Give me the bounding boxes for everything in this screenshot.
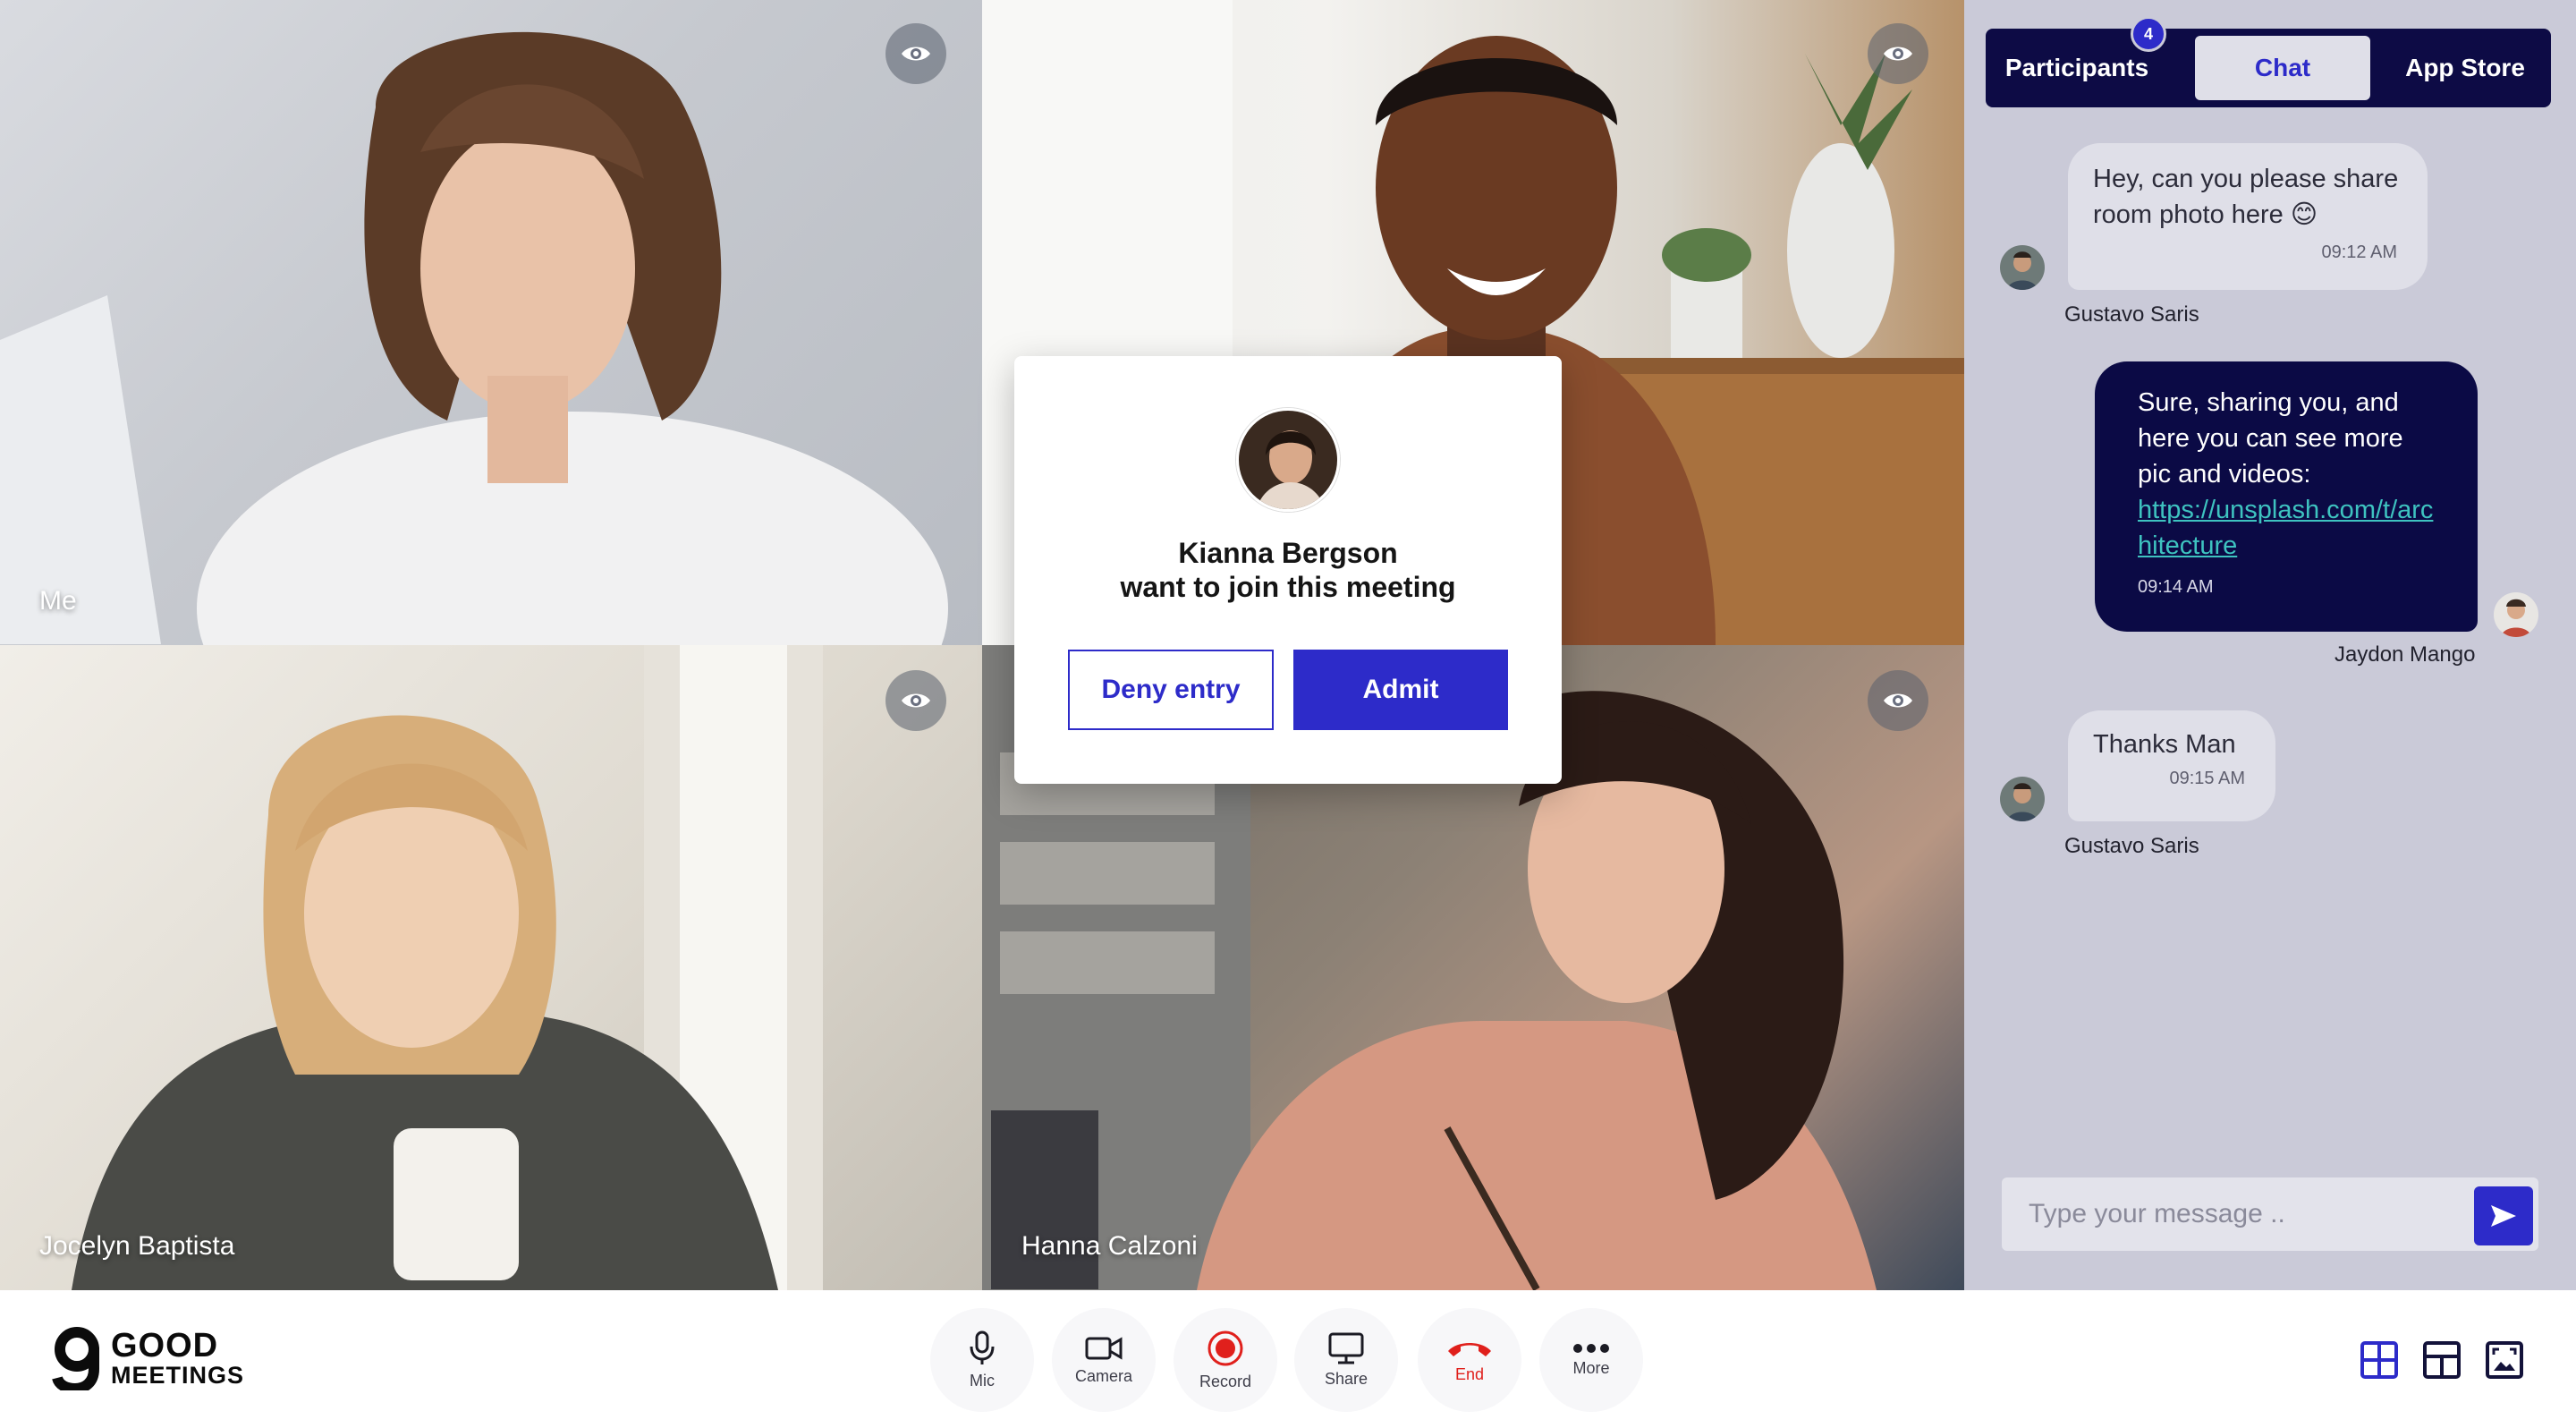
visibility-toggle-button[interactable] — [886, 23, 946, 84]
requester-name: Kianna Bergson — [1178, 537, 1398, 569]
tab-label: App Store — [2405, 54, 2525, 81]
control-label: Share — [1324, 1369, 1368, 1388]
message-sender: Gustavo Saris — [2064, 302, 2199, 327]
avatar — [1236, 408, 1340, 512]
grid-layout-button[interactable] — [2352, 1333, 2406, 1387]
logo: GOOD MEETINGS — [52, 1326, 244, 1390]
video-tile-jocelyn[interactable]: Jocelyn Baptista — [0, 645, 982, 1290]
tab-chat[interactable]: Chat — [2195, 36, 2370, 100]
end-call-icon — [1448, 1342, 1491, 1356]
record-icon — [1208, 1330, 1243, 1365]
logo-line-1: GOOD — [111, 1327, 219, 1364]
speaker-layout-icon — [2423, 1341, 2461, 1379]
eye-icon — [1884, 693, 1912, 708]
participant-name: Me — [39, 586, 77, 616]
chat-message: Hey, can you please share room photo her… — [2068, 143, 2428, 290]
visibility-toggle-button[interactable] — [1868, 23, 1928, 84]
eye-icon — [902, 47, 930, 61]
deny-entry-button[interactable]: Deny entry — [1068, 650, 1274, 730]
send-icon — [2491, 1205, 2516, 1227]
tab-label: Chat — [2254, 54, 2311, 81]
avatar — [2000, 245, 2045, 290]
participant-name: Hanna Calzoni — [1021, 1231, 1198, 1261]
avatar — [2000, 777, 2045, 821]
message-text: Thanks Man — [2093, 730, 2236, 759]
screen-share-icon — [1328, 1332, 1364, 1364]
control-label: Camera — [1074, 1366, 1133, 1385]
tab-participants[interactable]: Participants 4 — [1986, 16, 2168, 107]
share-button[interactable]: Share — [1294, 1308, 1398, 1412]
message-link[interactable]: https://unsplash.com/t/architecture — [2138, 496, 2433, 560]
video-feed — [0, 0, 982, 645]
participant-silhouette — [0, 31, 948, 645]
avatar — [2494, 592, 2538, 637]
join-request-message: want to join this meeting — [1120, 571, 1456, 603]
tab-app-store[interactable]: App Store — [2379, 29, 2551, 107]
end-call-button[interactable]: End — [1418, 1308, 1521, 1412]
fullscreen-layout-button[interactable] — [2478, 1333, 2531, 1387]
message-composer — [2002, 1177, 2538, 1251]
logo-text: GOOD MEETINGS — [111, 1329, 244, 1388]
chat-message: Thanks Man 09:15 AM — [2068, 710, 2275, 821]
grid-layout-icon — [2360, 1341, 2398, 1379]
meeting-toolbar: GOOD MEETINGS Mic Camera Record Share En… — [0, 1290, 2576, 1428]
participant-name: Jocelyn Baptista — [39, 1231, 235, 1261]
participants-count-badge: 4 — [2131, 16, 2166, 52]
visibility-toggle-button[interactable] — [886, 670, 946, 731]
eye-icon — [1884, 47, 1912, 61]
message-time: 09:15 AM — [2169, 769, 2245, 788]
logo-mark — [52, 1327, 99, 1390]
mic-button[interactable]: Mic — [930, 1308, 1034, 1412]
panel-tabs: Participants 4 Chat App Store — [1986, 16, 2551, 107]
mic-icon — [970, 1330, 995, 1364]
message-time: 09:12 AM — [2321, 242, 2397, 262]
logo-line-2: MEETINGS — [111, 1362, 245, 1389]
more-icon — [1573, 1343, 1609, 1353]
speaker-layout-button[interactable] — [2415, 1333, 2469, 1387]
avatar-image — [2000, 245, 2045, 290]
video-feed — [0, 645, 982, 1290]
participant-silhouette — [72, 645, 823, 1290]
camera-icon — [1085, 1336, 1123, 1360]
message-input[interactable] — [2002, 1199, 2449, 1229]
send-button[interactable] — [2474, 1186, 2533, 1245]
tab-label: Participants — [2004, 54, 2149, 81]
visibility-toggle-button[interactable] — [1868, 670, 1928, 731]
join-request-dialog: Kianna Bergson want to join this meeting… — [1014, 356, 1562, 784]
record-button[interactable]: Record — [1174, 1308, 1277, 1412]
message-text: Hey, can you please share room photo her… — [2093, 165, 2399, 229]
admit-button[interactable]: Admit — [1293, 650, 1508, 730]
avatar-image — [1239, 411, 1337, 509]
chat-message: Sure, sharing you, and here you can see … — [2095, 361, 2478, 632]
avatar-image — [2494, 592, 2538, 637]
eye-icon — [902, 693, 930, 708]
message-sender: Jaydon Mango — [2334, 642, 2476, 667]
camera-button[interactable]: Camera — [1052, 1308, 1156, 1412]
avatar-image — [2000, 777, 2045, 821]
message-time: 09:14 AM — [2138, 577, 2214, 597]
control-label: More — [1572, 1358, 1610, 1377]
fullscreen-layout-icon — [2486, 1341, 2523, 1379]
more-button[interactable]: More — [1539, 1308, 1643, 1412]
message-sender: Gustavo Saris — [2064, 834, 2199, 858]
control-label: Record — [1199, 1372, 1252, 1390]
control-label: Mic — [970, 1371, 995, 1390]
control-label: End — [1454, 1364, 1485, 1383]
message-text: Sure, sharing you, and here you can see … — [2138, 388, 2403, 489]
video-tile-me[interactable]: Me — [0, 0, 982, 645]
